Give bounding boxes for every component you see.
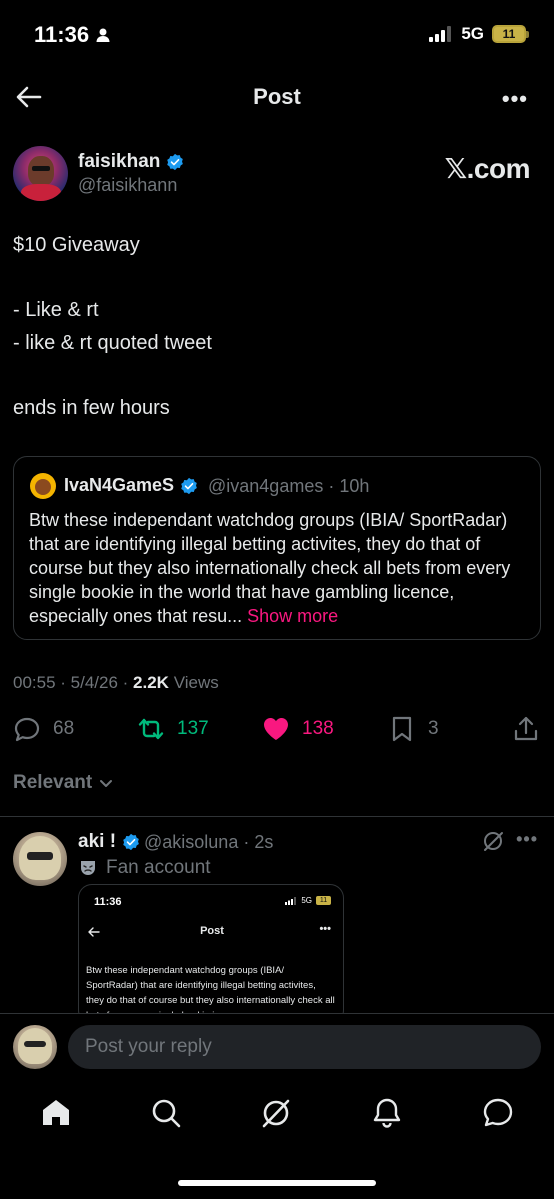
home-indicator bbox=[178, 1180, 376, 1186]
post-line: ends in few hours bbox=[13, 397, 170, 419]
chevron-down-icon bbox=[100, 780, 113, 787]
quote-text: Btw these independant watchdog groups (I… bbox=[29, 510, 511, 626]
sort-replies-dropdown[interactable]: Relevant bbox=[13, 772, 114, 794]
current-user-avatar bbox=[13, 1025, 57, 1069]
repost-button[interactable]: 137 bbox=[137, 715, 209, 743]
share-icon bbox=[514, 716, 538, 741]
reply-icon bbox=[14, 717, 40, 742]
author-avatar[interactable] bbox=[13, 146, 68, 201]
source-label: 𝕏.com bbox=[444, 153, 531, 184]
more-options-icon: ••• bbox=[319, 923, 331, 935]
embed-time: 11:36 bbox=[94, 896, 122, 908]
divider bbox=[0, 816, 554, 817]
reply-author-avatar[interactable] bbox=[13, 832, 67, 886]
embed-title: Post bbox=[200, 925, 224, 937]
author-name[interactable]: faisikhan bbox=[78, 151, 184, 173]
post-meta: 00:55 · 5/4/26 · 2.2K Views bbox=[13, 673, 219, 692]
share-button[interactable] bbox=[512, 715, 540, 743]
post-line: - Like & rt bbox=[13, 299, 99, 321]
quote-author-avatar bbox=[30, 473, 56, 499]
bookmark-icon bbox=[392, 716, 412, 742]
fan-account-label: Fan account bbox=[78, 857, 211, 879]
verified-badge-icon bbox=[181, 477, 197, 494]
page-title: Post bbox=[253, 84, 301, 109]
battery-icon: 11 bbox=[316, 896, 331, 905]
signal-icon bbox=[429, 26, 452, 42]
network-label: 5G bbox=[461, 24, 484, 43]
reply-button[interactable]: 68 bbox=[13, 715, 74, 743]
reply-author-name[interactable]: aki ! bbox=[78, 831, 140, 853]
show-more-link[interactable]: Show more bbox=[247, 606, 338, 626]
battery-icon: 11 bbox=[492, 25, 529, 43]
notifications-icon[interactable] bbox=[371, 1097, 403, 1129]
like-button[interactable]: 138 bbox=[262, 715, 334, 743]
post-line: $10 Giveaway bbox=[13, 234, 140, 256]
verified-badge-icon bbox=[167, 153, 184, 171]
quote-meta: @ivan4games · 10h bbox=[208, 476, 370, 496]
heart-filled-icon bbox=[264, 718, 288, 740]
status-time: 11:36 bbox=[34, 22, 111, 48]
more-options-icon[interactable]: ••• bbox=[502, 86, 528, 112]
repost-icon bbox=[138, 718, 164, 740]
grok-icon[interactable] bbox=[482, 830, 504, 852]
author-handle[interactable]: @faisikhann bbox=[78, 175, 177, 196]
status-indicators: 5G 11 bbox=[429, 24, 529, 44]
post-line: - like & rt quoted tweet bbox=[13, 332, 212, 354]
embed-status: 5G 11 bbox=[285, 896, 331, 905]
grok-icon[interactable] bbox=[260, 1097, 292, 1129]
search-icon[interactable] bbox=[150, 1097, 182, 1129]
person-icon bbox=[96, 28, 110, 42]
messages-icon[interactable] bbox=[482, 1097, 514, 1129]
theater-mask-icon bbox=[81, 861, 95, 875]
verified-badge-icon bbox=[123, 833, 139, 851]
reply-image[interactable]: 11:36 5G 11 Post ••• Btw these independa… bbox=[78, 884, 344, 1024]
bookmark-button[interactable]: 3 bbox=[388, 715, 439, 743]
home-icon[interactable] bbox=[40, 1097, 72, 1129]
quote-author-name: IvaN4GameS bbox=[64, 475, 198, 496]
signal-icon bbox=[285, 896, 297, 905]
reply-input[interactable] bbox=[68, 1025, 541, 1069]
reply-meta: @akisoluna · 2s bbox=[144, 832, 274, 852]
reply-more-icon[interactable]: ••• bbox=[516, 829, 538, 850]
